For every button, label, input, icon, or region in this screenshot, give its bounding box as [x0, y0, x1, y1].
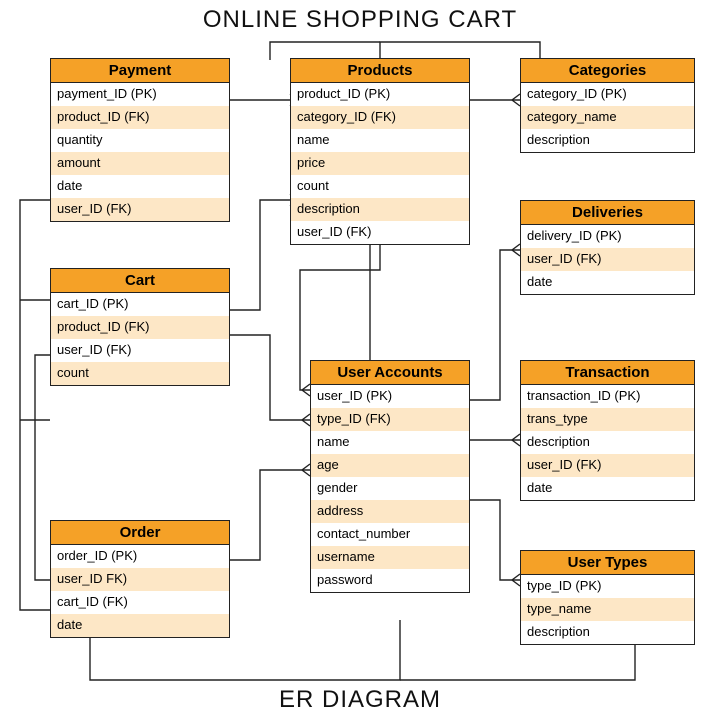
field: product_ID (FK) [51, 106, 229, 129]
field: transaction_ID (PK) [521, 385, 694, 408]
entity-cart: Cart cart_ID (PK) product_ID (FK) user_I… [50, 268, 230, 386]
entity-transaction: Transaction transaction_ID (PK) trans_ty… [520, 360, 695, 501]
field: user_ID (PK) [311, 385, 469, 408]
field: date [521, 477, 694, 500]
entity-header: Payment [51, 59, 229, 83]
field: address [311, 500, 469, 523]
entity-header: Transaction [521, 361, 694, 385]
entity-user-accounts: User Accounts user_ID (PK) type_ID (FK) … [310, 360, 470, 593]
field: user_ID FK) [51, 568, 229, 591]
field: user_ID (FK) [521, 454, 694, 477]
entity-categories: Categories category_ID (PK) category_nam… [520, 58, 695, 153]
entity-header: Products [291, 59, 469, 83]
field: cart_ID (FK) [51, 591, 229, 614]
field: trans_type [521, 408, 694, 431]
field: category_ID (PK) [521, 83, 694, 106]
entity-user-types: User Types type_ID (PK) type_name descri… [520, 550, 695, 645]
field: delivery_ID (PK) [521, 225, 694, 248]
entity-payment: Payment payment_ID (PK) product_ID (FK) … [50, 58, 230, 222]
field: quantity [51, 129, 229, 152]
field: date [521, 271, 694, 294]
field: amount [51, 152, 229, 175]
field: date [51, 614, 229, 637]
field: product_ID (PK) [291, 83, 469, 106]
field: contact_number [311, 523, 469, 546]
entity-header: Deliveries [521, 201, 694, 225]
field: user_ID (FK) [521, 248, 694, 271]
field: payment_ID (PK) [51, 83, 229, 106]
entity-header: Cart [51, 269, 229, 293]
entity-header: User Accounts [311, 361, 469, 385]
field: username [311, 546, 469, 569]
field: description [521, 431, 694, 454]
field: type_ID (FK) [311, 408, 469, 431]
field: date [51, 175, 229, 198]
field: cart_ID (PK) [51, 293, 229, 316]
entity-deliveries: Deliveries delivery_ID (PK) user_ID (FK)… [520, 200, 695, 295]
entity-order: Order order_ID (PK) user_ID FK) cart_ID … [50, 520, 230, 638]
er-diagram-canvas: ONLINE SHOPPING CART ER DIAGRAM [0, 0, 720, 720]
field: gender [311, 477, 469, 500]
field: type_ID (PK) [521, 575, 694, 598]
field: user_ID (FK) [51, 198, 229, 221]
field: age [311, 454, 469, 477]
entity-header: Categories [521, 59, 694, 83]
field: description [521, 129, 694, 152]
field: category_ID (FK) [291, 106, 469, 129]
field: price [291, 152, 469, 175]
field: password [311, 569, 469, 592]
field: description [291, 198, 469, 221]
entity-products: Products product_ID (PK) category_ID (FK… [290, 58, 470, 245]
field: name [311, 431, 469, 454]
entity-header: Order [51, 521, 229, 545]
field: description [521, 621, 694, 644]
field: order_ID (PK) [51, 545, 229, 568]
field: name [291, 129, 469, 152]
field: user_ID (FK) [291, 221, 469, 244]
field: count [291, 175, 469, 198]
field: count [51, 362, 229, 385]
field: product_ID (FK) [51, 316, 229, 339]
field: type_name [521, 598, 694, 621]
field: user_ID (FK) [51, 339, 229, 362]
field: category_name [521, 106, 694, 129]
entity-header: User Types [521, 551, 694, 575]
